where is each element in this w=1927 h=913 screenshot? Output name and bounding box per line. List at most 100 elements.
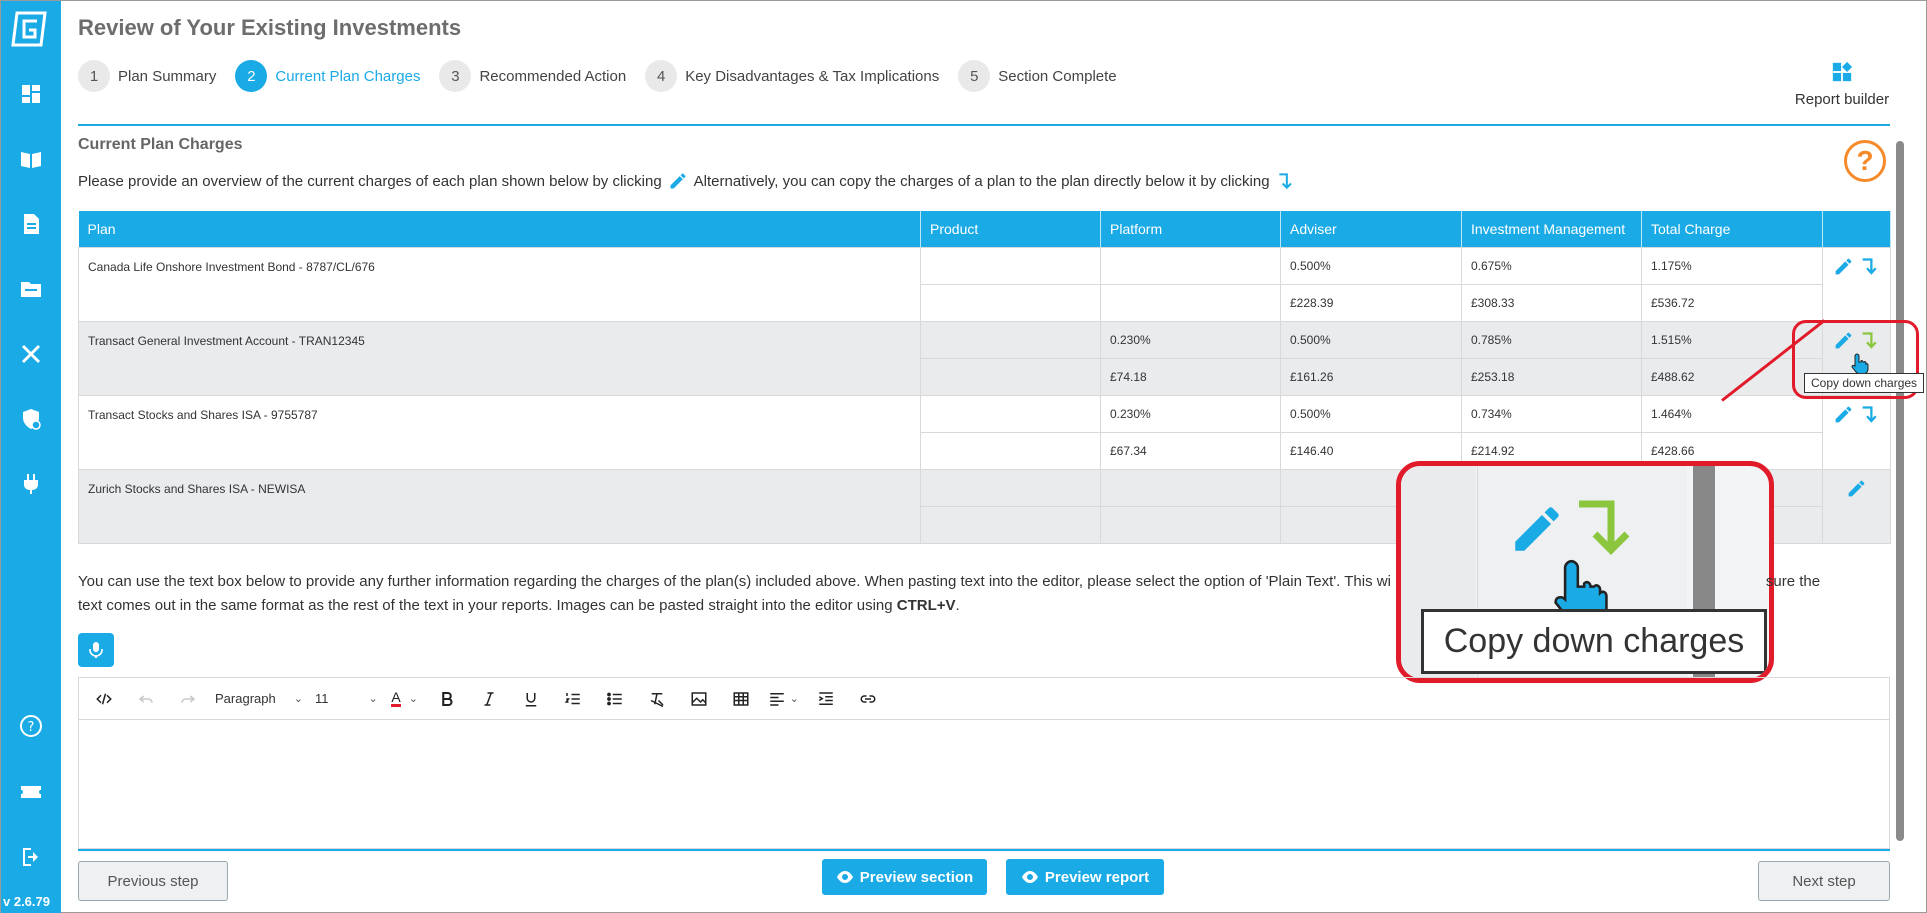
insert-image-button[interactable]: [684, 684, 714, 714]
editor-toolbar: Paragraph ⌄ 11 ⌄ A ⌄ ⌄: [79, 678, 1889, 720]
underline-icon: [525, 692, 536, 706]
eye-icon: [836, 871, 853, 883]
platform-pct: [1100, 468, 1281, 507]
redo-icon: [181, 694, 196, 703]
clear-formatting-icon: [650, 692, 664, 707]
bullet-list-button[interactable]: [600, 684, 630, 714]
numbered-list-button[interactable]: [558, 684, 588, 714]
instruction-part-b: Alternatively, you can copy the charges …: [693, 172, 1270, 190]
link-icon: [860, 694, 876, 703]
instruction-text: Please provide an overview of the curren…: [78, 171, 1302, 191]
scrollbar[interactable]: [1896, 141, 1904, 841]
chevron-down-icon: ⌄: [293, 693, 303, 705]
font-size-select[interactable]: 11 ⌄: [315, 684, 378, 714]
step-plan-summary[interactable]: 1 Plan Summary: [78, 60, 216, 92]
page-title: Review of Your Existing Investments: [78, 15, 462, 40]
edit-pencil-icon[interactable]: [1833, 256, 1854, 277]
ticket-icon[interactable]: [18, 779, 44, 805]
plan-name: Canada Life Onshore Investment Bond - 87…: [78, 246, 921, 322]
adviser-pct: 0.500%: [1280, 320, 1462, 359]
report-builder-icon: [1832, 61, 1853, 82]
total-charge-amount: £536.72: [1641, 283, 1823, 322]
step-recommended-action[interactable]: 3 Recommended Action: [439, 60, 626, 92]
copy-down-icon[interactable]: [1860, 256, 1881, 277]
adviser-amount: £161.26: [1280, 357, 1462, 396]
investment-management-pct: 0.734%: [1461, 394, 1642, 433]
step-number: 1: [78, 60, 110, 92]
platform-amount: [1100, 505, 1281, 544]
bold-button[interactable]: [432, 684, 462, 714]
redo-button[interactable]: [173, 684, 203, 714]
column-header: Adviser: [1280, 211, 1462, 247]
version-label: v 2.6.79: [3, 894, 50, 909]
table-row: Canada Life Onshore Investment Bond - 87…: [78, 246, 1891, 322]
folder-icon[interactable]: [18, 276, 44, 302]
numbered-list-icon: [564, 692, 580, 704]
clear-formatting-button[interactable]: [642, 684, 672, 714]
footer-divider: [78, 849, 1890, 851]
align-button[interactable]: ⌄: [768, 684, 799, 714]
logout-icon[interactable]: [18, 844, 44, 870]
further-info-part1: You can use the text box below to provid…: [78, 573, 1391, 590]
investment-management-amount: £308.33: [1461, 283, 1642, 322]
chevron-down-icon: ⌄: [368, 693, 378, 705]
shortcut-text: CTRL+V: [896, 597, 956, 614]
logo-icon[interactable]: [11, 9, 51, 49]
product-amount: [920, 431, 1101, 470]
preview-section-button[interactable]: Preview section: [822, 859, 987, 895]
zoom-pencil-icon: [1515, 507, 1559, 551]
help-icon[interactable]: ?: [1844, 140, 1886, 182]
step-label: Current Plan Charges: [275, 67, 421, 85]
step-section-complete[interactable]: 5 Section Complete: [958, 60, 1117, 92]
further-info-end: .: [955, 597, 960, 614]
copy-down-tooltip: Copy down charges: [1804, 373, 1925, 393]
plan-name: Zurich Stocks and Shares ISA - NEWISA: [78, 468, 921, 544]
row-actions: [1822, 394, 1891, 470]
platform-amount: [1100, 283, 1281, 322]
table-row: Transact Stocks and Shares ISA - 9755787…: [78, 394, 1891, 470]
tools-icon[interactable]: [18, 341, 44, 367]
underline-button[interactable]: [516, 684, 546, 714]
indent-button[interactable]: [811, 684, 841, 714]
book-icon[interactable]: [18, 146, 44, 172]
undo-button[interactable]: [131, 684, 161, 714]
shield-icon[interactable]: [18, 406, 44, 432]
step-label: Recommended Action: [479, 67, 627, 85]
edit-pencil-icon[interactable]: [1846, 478, 1867, 499]
investment-management-amount: £253.18: [1461, 357, 1642, 396]
header-divider: [78, 124, 1890, 126]
report-builder-label: Report builder: [1794, 91, 1890, 108]
product-amount: [920, 505, 1101, 544]
next-step-button[interactable]: Next step: [1758, 861, 1890, 901]
row-actions: [1822, 468, 1891, 544]
italic-button[interactable]: [474, 684, 504, 714]
source-code-button[interactable]: [89, 684, 119, 714]
column-header: Total Charge: [1641, 211, 1823, 247]
help-circle-icon[interactable]: ?: [18, 713, 44, 739]
total-charge-pct: 1.464%: [1641, 394, 1823, 433]
edit-pencil-icon[interactable]: [1833, 404, 1854, 425]
dictation-button[interactable]: [78, 633, 114, 667]
document-icon[interactable]: [18, 211, 44, 237]
editor-content-area[interactable]: [79, 720, 1889, 848]
copy-down-icon[interactable]: [1860, 404, 1881, 425]
report-builder-button[interactable]: Report builder: [1787, 61, 1897, 109]
plan-name: Transact Stocks and Shares ISA - 9755787: [78, 394, 921, 470]
step-current-plan-charges[interactable]: 2 Current Plan Charges: [235, 60, 420, 92]
font-color-button[interactable]: A ⌄: [390, 684, 420, 714]
insert-table-button[interactable]: [726, 684, 756, 714]
adviser-amount: £228.39: [1280, 283, 1462, 322]
step-key-disadvantages[interactable]: 4 Key Disadvantages & Tax Implications: [645, 60, 939, 92]
insert-link-button[interactable]: [853, 684, 883, 714]
plug-icon[interactable]: [18, 471, 44, 497]
block-format-select[interactable]: Paragraph ⌄: [215, 684, 303, 714]
step-number: 5: [958, 60, 991, 92]
step-number: 2: [235, 60, 268, 92]
dashboard-icon[interactable]: [18, 81, 44, 107]
previous-step-button[interactable]: Previous step: [78, 861, 228, 901]
font-size-value: 11: [314, 691, 329, 706]
pencil-icon: [670, 173, 686, 189]
column-header: Investment Management: [1461, 211, 1642, 247]
preview-report-button[interactable]: Preview report: [1006, 859, 1164, 895]
column-header: Platform: [1100, 211, 1281, 247]
